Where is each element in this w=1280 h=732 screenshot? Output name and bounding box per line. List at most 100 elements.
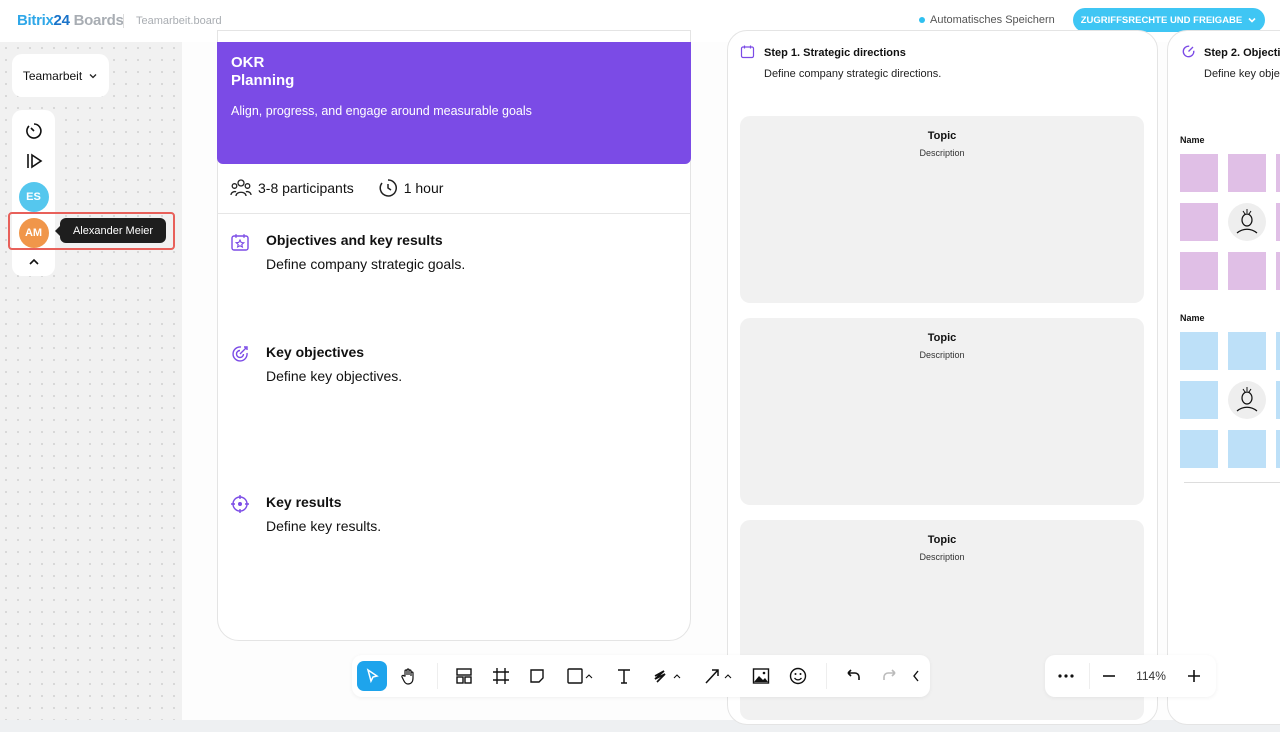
sticky-note[interactable]: [1228, 154, 1266, 192]
sticky-note[interactable]: [1180, 381, 1218, 419]
emoji-tool-button[interactable]: [783, 661, 813, 691]
section-key-results: Key results Define key results.: [230, 494, 381, 534]
status-dot-icon: [919, 17, 925, 23]
sticky-note[interactable]: [1228, 430, 1266, 468]
target-icon: [1182, 45, 1195, 58]
hand-tool-button[interactable]: [394, 661, 424, 691]
sticky-note[interactable]: [1228, 252, 1266, 290]
sticky-note[interactable]: [1276, 381, 1280, 419]
arrow-tool-button[interactable]: [699, 661, 739, 691]
user-avatar-es[interactable]: ES: [12, 182, 55, 212]
sticky-note[interactable]: [1228, 332, 1266, 370]
sticky-note[interactable]: [1180, 332, 1218, 370]
chevron-up-icon: [28, 258, 39, 265]
chevron-down-icon: [89, 73, 97, 78]
redo-button[interactable]: [875, 661, 905, 691]
divider: [826, 663, 827, 689]
crosshair-star-icon: [231, 495, 249, 513]
pen-scribble-icon: [654, 670, 681, 683]
sticky-note[interactable]: [1276, 154, 1280, 192]
bottom-toolbar: [352, 655, 930, 697]
minus-icon: [1103, 675, 1115, 677]
sticky-note[interactable]: [1276, 252, 1280, 290]
sticky-note[interactable]: [1180, 430, 1218, 468]
section-objectives-key-results: Objectives and key results Define compan…: [230, 232, 465, 272]
step1-title: Step 1. Strategic directions: [764, 47, 906, 59]
sticky-note[interactable]: [1180, 252, 1218, 290]
clock-icon: [379, 179, 397, 197]
collapse-toolbar-button[interactable]: [908, 661, 924, 691]
topic-card[interactable]: Topic Description: [740, 318, 1144, 505]
cursor-follow-icon: [26, 153, 42, 169]
group-name: Name: [1180, 135, 1205, 145]
target-icon: [232, 346, 248, 362]
pen-tool-button[interactable]: [648, 661, 688, 691]
undo-button[interactable]: [838, 661, 868, 691]
frame-tool-button[interactable]: [486, 661, 516, 691]
redo-icon: [883, 669, 896, 680]
avatar-drawing[interactable]: [1228, 381, 1266, 419]
side-toolbar: ES AM: [12, 110, 55, 276]
select-tool-button[interactable]: [357, 661, 387, 691]
zoom-in-button[interactable]: [1179, 661, 1209, 691]
sticky-note[interactable]: [1276, 332, 1280, 370]
calendar-star-icon: [231, 234, 249, 251]
sticky-note-icon: [530, 669, 544, 683]
participants-icon: [230, 179, 252, 197]
text-tool-button[interactable]: [609, 661, 639, 691]
divider: [1089, 663, 1090, 689]
step2-title: Step 2. Objecti: [1204, 47, 1280, 59]
avatar-drawing[interactable]: [1228, 203, 1266, 241]
image-icon: [752, 668, 770, 684]
user-tooltip: Alexander Meier: [55, 218, 166, 243]
section-key-objectives: Key objectives Define key objectives.: [230, 344, 402, 384]
topic-card[interactable]: Topic Description: [740, 116, 1144, 303]
undo-icon: [847, 669, 860, 680]
timer-icon: [25, 123, 42, 139]
step2-description: Define key obje: [1204, 68, 1280, 80]
share-access-button[interactable]: ZUGRIFFSRECHTE UND FREIGABE: [1073, 8, 1265, 32]
autosave-status: Automatisches Speichern: [919, 14, 1055, 26]
zoom-controls: 114%: [1045, 655, 1216, 697]
follow-cursor-button[interactable]: [12, 152, 55, 170]
square-icon: [567, 668, 593, 684]
more-options-button[interactable]: [1051, 661, 1081, 691]
collapse-users-button[interactable]: [12, 256, 55, 268]
sticky-note[interactable]: [1180, 203, 1218, 241]
sticky-note[interactable]: [1276, 203, 1280, 241]
workspace-dropdown[interactable]: Teamarbeit: [12, 54, 109, 97]
timer-button[interactable]: [12, 122, 55, 140]
divider: [1184, 482, 1280, 483]
sticky-note-tool-button[interactable]: [522, 661, 552, 691]
shape-tool-button[interactable]: [560, 661, 600, 691]
sticky-note[interactable]: [1180, 154, 1218, 192]
hand-icon: [401, 668, 414, 685]
chevron-down-icon: [1248, 17, 1256, 23]
image-tool-button[interactable]: [746, 661, 776, 691]
frame-icon: [493, 668, 509, 684]
text-icon: [618, 669, 630, 684]
zoom-level[interactable]: 114%: [1131, 661, 1171, 691]
template-tool-button[interactable]: [449, 661, 479, 691]
divider: [123, 14, 124, 28]
face-sketch-icon: [1236, 209, 1258, 234]
calendar-star-icon: [740, 45, 755, 59]
divider: [218, 213, 690, 214]
card-meta: 3-8 participants 1 hour: [230, 178, 443, 198]
bitrix24-logo[interactable]: Bitrix24 Boards: [17, 12, 124, 29]
group-name: Name: [1180, 313, 1205, 323]
chevron-left-icon: [913, 670, 919, 682]
cursor-icon: [366, 668, 379, 684]
step1-description: Define company strategic directions.: [764, 68, 942, 80]
face-sketch-icon: [1236, 387, 1258, 412]
board-file-name[interactable]: Teamarbeit.board: [136, 15, 222, 27]
more-dots-icon: [1058, 674, 1074, 678]
smiley-icon: [789, 667, 807, 685]
sticky-note[interactable]: [1276, 430, 1280, 468]
layout-icon: [456, 668, 472, 684]
plus-icon: [1188, 670, 1200, 682]
okr-card-header: OKR Planning Align, progress, and engage…: [217, 42, 691, 164]
zoom-out-button[interactable]: [1094, 661, 1124, 691]
divider: [437, 663, 438, 689]
arrow-icon: [705, 669, 732, 684]
